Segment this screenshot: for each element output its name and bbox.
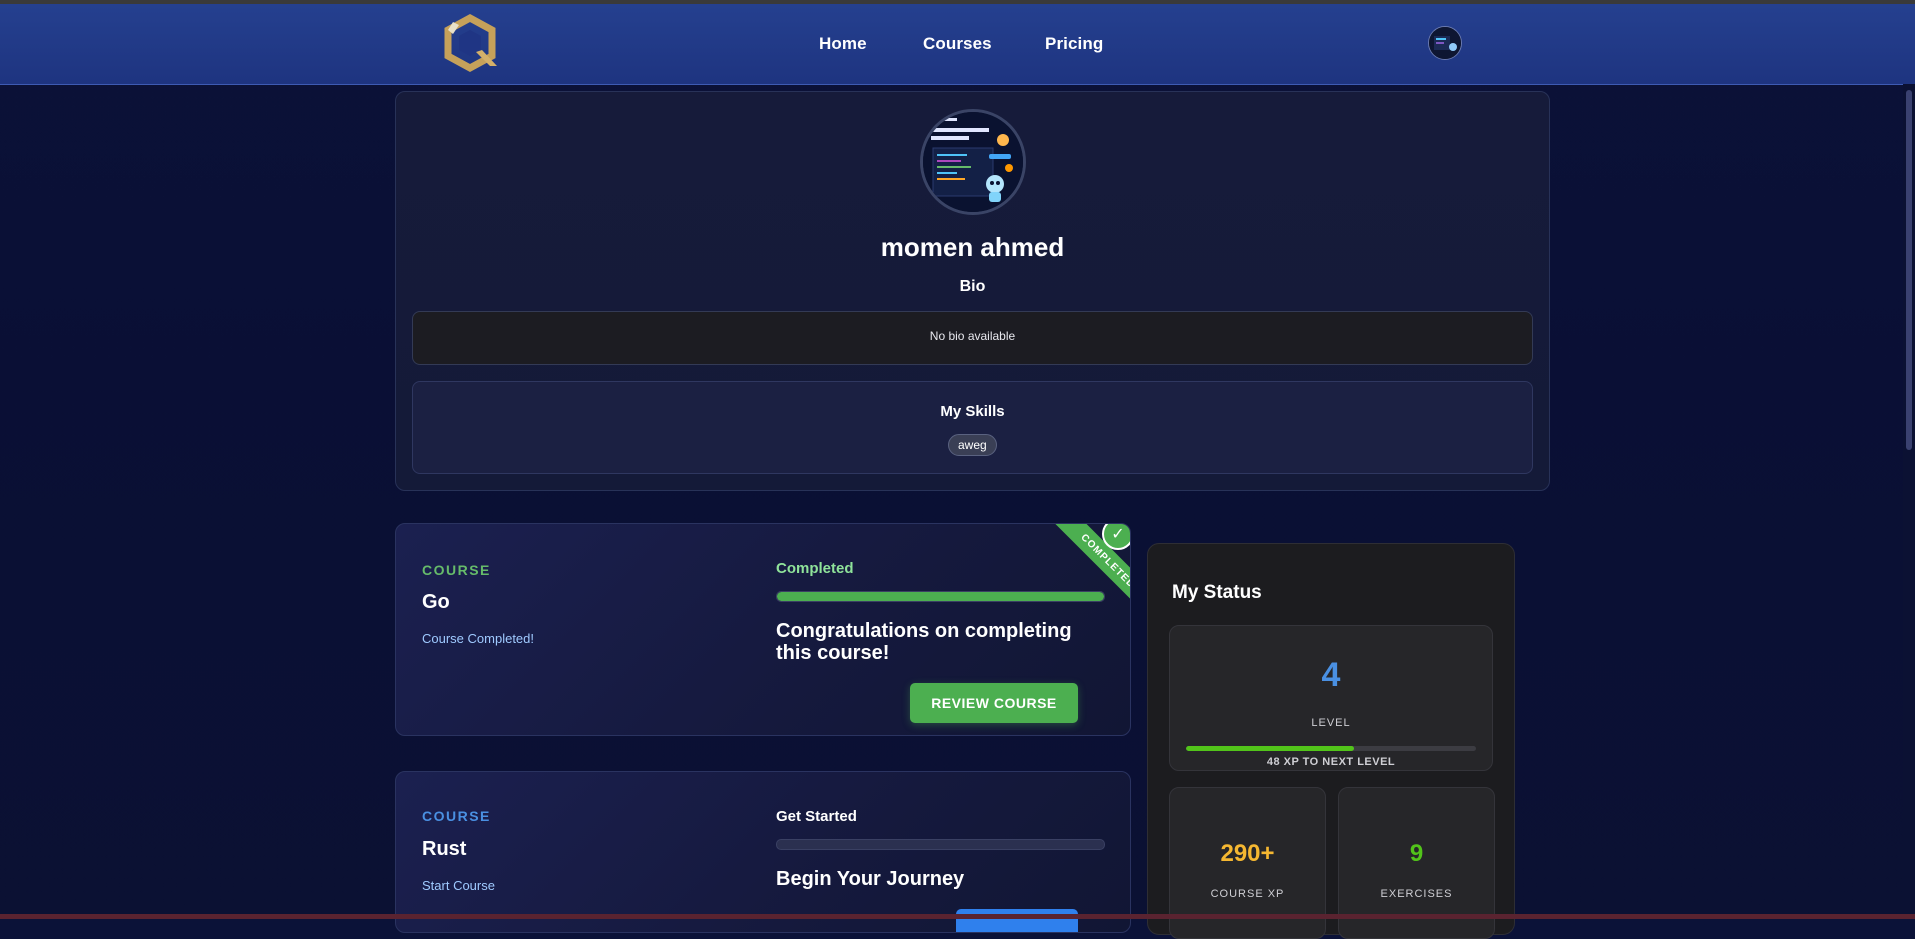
bio-box: No bio available bbox=[412, 311, 1533, 365]
xp-progress-bar bbox=[1186, 746, 1476, 751]
avatar-image-icon bbox=[1429, 27, 1461, 59]
nav-home-link[interactable]: Home bbox=[819, 34, 867, 54]
logo-icon[interactable] bbox=[440, 14, 500, 74]
status-title: My Status bbox=[1172, 582, 1262, 603]
skills-box: My Skills aweg bbox=[412, 381, 1533, 474]
nav-courses-link[interactable]: Courses bbox=[923, 34, 992, 54]
profile-card: momen ahmed Bio No bio available My Skil… bbox=[395, 91, 1550, 491]
profile-name: momen ahmed bbox=[880, 232, 1065, 262]
nav-pricing-link[interactable]: Pricing bbox=[1045, 34, 1103, 54]
scrollbar-thumb[interactable] bbox=[1906, 90, 1912, 450]
course-progress-bar bbox=[776, 839, 1105, 850]
course-card-rust: COURSE Rust Start Course Get Started Beg… bbox=[395, 771, 1131, 933]
course-subtitle: Start Course bbox=[422, 878, 495, 893]
level-label: LEVEL bbox=[1311, 717, 1351, 729]
exercises-label: EXERCISES bbox=[1380, 888, 1453, 900]
course-xp-value: 290+ bbox=[1220, 840, 1275, 867]
level-value: 4 bbox=[1321, 656, 1341, 694]
course-kicker: COURSE bbox=[422, 562, 491, 578]
course-xp-label: COURSE XP bbox=[1210, 888, 1285, 900]
review-course-button[interactable]: REVIEW COURSE bbox=[910, 683, 1078, 723]
xp-to-next-level: 48 XP TO NEXT LEVEL bbox=[1266, 756, 1396, 768]
course-title: Rust bbox=[422, 838, 467, 860]
user-avatar-button[interactable] bbox=[1428, 26, 1462, 60]
course-status: Completed bbox=[776, 560, 854, 577]
course-subtitle: Course Completed! bbox=[422, 631, 534, 646]
course-title: Go bbox=[422, 591, 450, 613]
start-course-button[interactable] bbox=[956, 909, 1078, 932]
skill-chip: aweg bbox=[948, 434, 997, 456]
xp-progress-fill bbox=[1186, 746, 1355, 751]
profile-avatar-image-icon bbox=[923, 112, 1023, 212]
course-headline: Congratulations on completing this cours… bbox=[776, 620, 1072, 664]
profile-avatar bbox=[920, 109, 1026, 215]
bio-text: No bio available bbox=[929, 329, 1016, 343]
course-status: Get Started bbox=[776, 808, 857, 825]
course-card-go: COURSE Go Course Completed! Completed Co… bbox=[395, 523, 1131, 736]
bio-label: Bio bbox=[959, 278, 986, 295]
exercises-value: 9 bbox=[1409, 840, 1424, 867]
skills-title: My Skills bbox=[940, 403, 1005, 420]
level-box: 4 LEVEL 48 XP TO NEXT LEVEL bbox=[1169, 625, 1493, 771]
top-navbar: Home Courses Pricing bbox=[0, 4, 1915, 85]
status-panel: My Status 4 LEVEL 48 XP TO NEXT LEVEL 29… bbox=[1147, 543, 1515, 939]
window-bottom-border bbox=[0, 914, 1915, 919]
course-headline: Begin Your Journey bbox=[776, 868, 965, 890]
course-kicker: COURSE bbox=[422, 808, 491, 824]
